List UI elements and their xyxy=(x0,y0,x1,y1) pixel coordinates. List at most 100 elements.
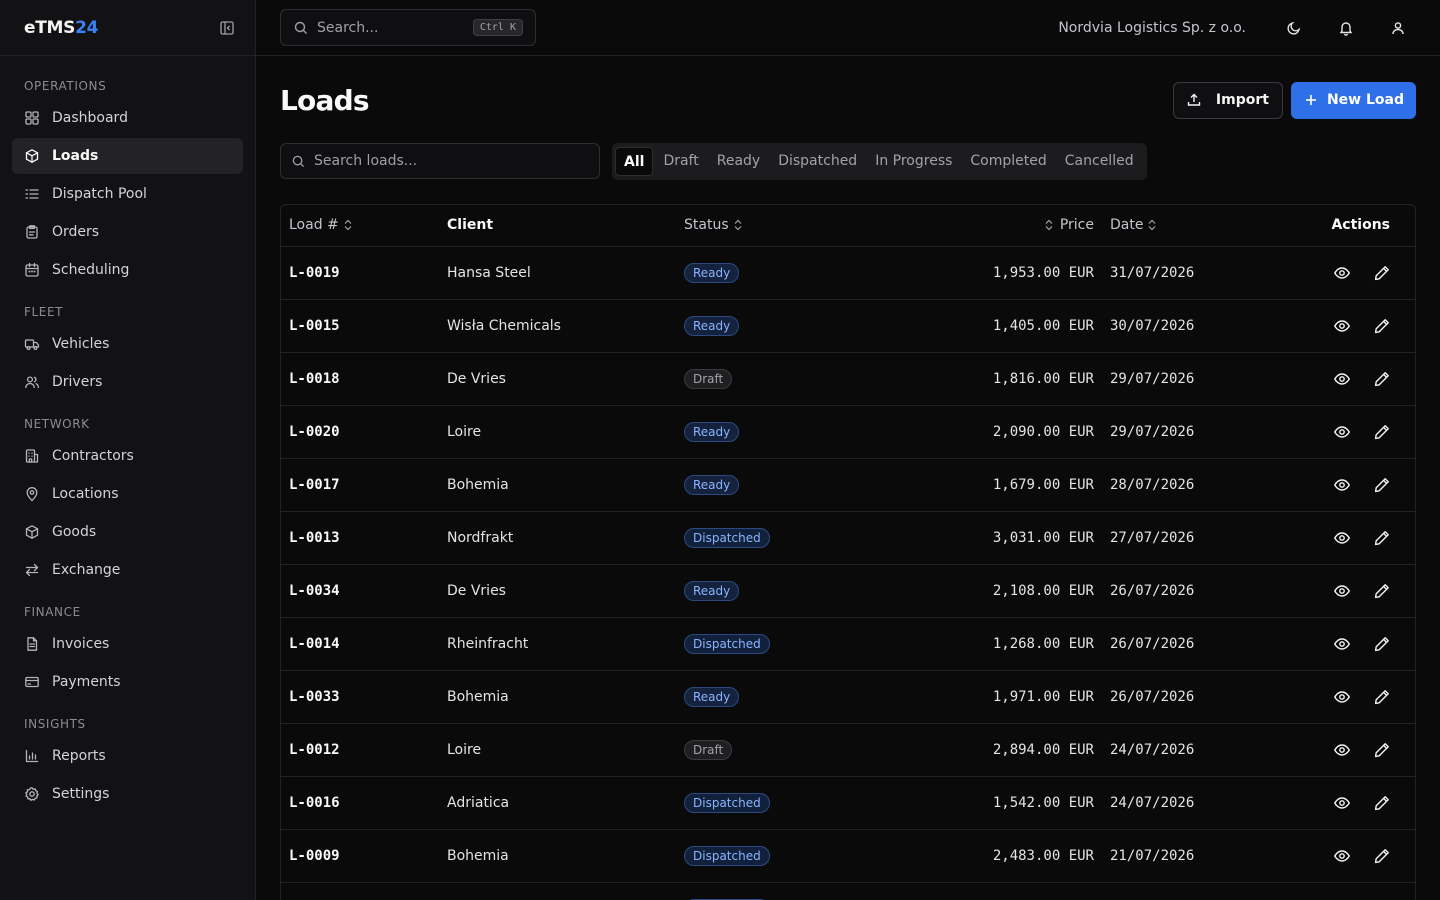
pencil-icon[interactable] xyxy=(1373,529,1391,547)
table-row[interactable]: L-0015 Wisła Chemicals Ready 1,405.00 EUR 30… xyxy=(281,299,1415,353)
nav-section: INSIGHTS Reports Settings xyxy=(0,712,255,812)
eye-icon[interactable] xyxy=(1333,529,1351,547)
pencil-icon[interactable] xyxy=(1373,794,1391,812)
global-search[interactable]: Search... Ctrl K xyxy=(280,9,536,46)
load-number[interactable]: L-0033 xyxy=(281,670,439,724)
eye-icon[interactable] xyxy=(1333,635,1351,653)
import-button-label: Import xyxy=(1215,92,1269,108)
company-name[interactable]: Nordvia Logistics Sp. z o.o. xyxy=(1058,20,1246,36)
pencil-icon[interactable] xyxy=(1373,635,1391,653)
load-number[interactable]: L-0034 xyxy=(281,564,439,618)
table-row[interactable]: L-0017 Bohemia Ready 1,679.00 EUR 28/07/2026 xyxy=(281,458,1415,512)
sidebar-item-dispatch-pool[interactable]: Dispatch Pool xyxy=(12,176,243,212)
column-header-price[interactable]: Price xyxy=(876,205,1102,247)
load-number[interactable]: L-0014 xyxy=(281,617,439,671)
load-number[interactable]: L-0020 xyxy=(281,405,439,459)
sidebar-item-contractors[interactable]: Contractors xyxy=(12,438,243,474)
load-number[interactable]: L-0017 xyxy=(281,458,439,512)
eye-icon[interactable] xyxy=(1333,370,1351,388)
pencil-icon[interactable] xyxy=(1373,423,1391,441)
app-logo[interactable]: eTMS24 xyxy=(24,18,98,38)
table-row[interactable]: L-0012 Loire Draft 2,894.00 EUR 24/07/2026 xyxy=(281,723,1415,777)
sort-icon[interactable] xyxy=(1044,219,1054,231)
sidebar-item-drivers[interactable]: Drivers xyxy=(12,364,243,400)
eye-icon[interactable] xyxy=(1333,317,1351,335)
loads-search-input[interactable]: Search loads... xyxy=(280,143,600,179)
pencil-icon[interactable] xyxy=(1373,741,1391,759)
sidebar-toggle-icon[interactable] xyxy=(219,20,235,36)
import-button[interactable]: Import xyxy=(1172,81,1283,119)
table-row[interactable]: L-0014 Rheinfracht Dispatched 1,268.00 EUR 2… xyxy=(281,617,1415,671)
sidebar-item-settings[interactable]: Settings xyxy=(12,776,243,812)
load-number[interactable]: L-0009 xyxy=(281,829,439,883)
table-row[interactable]: L-0016 Adriatica Dispatched 1,542.00 EUR 24/… xyxy=(281,776,1415,830)
eye-icon[interactable] xyxy=(1333,794,1351,812)
sort-icon[interactable] xyxy=(1147,219,1157,231)
sidebar-item-scheduling[interactable]: Scheduling xyxy=(12,252,243,288)
list-icon xyxy=(24,186,40,202)
table-row[interactable]: L-0033 Bohemia Ready 1,971.00 EUR 26/07/2026 xyxy=(281,670,1415,724)
sidebar-item-locations[interactable]: Locations xyxy=(12,476,243,512)
column-header-date[interactable]: Date xyxy=(1102,205,1252,247)
eye-icon[interactable] xyxy=(1333,476,1351,494)
sidebar-item-loads[interactable]: Loads xyxy=(12,138,243,174)
eye-icon[interactable] xyxy=(1333,847,1351,865)
eye-icon[interactable] xyxy=(1333,264,1351,282)
tab-cancelled[interactable]: Cancelled xyxy=(1057,147,1142,176)
sidebar-item-dashboard[interactable]: Dashboard xyxy=(12,100,243,136)
eye-icon[interactable] xyxy=(1333,582,1351,600)
eye-icon[interactable] xyxy=(1333,688,1351,706)
sidebar-item-payments[interactable]: Payments xyxy=(12,664,243,700)
load-number[interactable]: L-0015 xyxy=(281,299,439,353)
sidebar-item-invoices[interactable]: Invoices xyxy=(12,626,243,662)
tab-draft[interactable]: Draft xyxy=(655,147,706,176)
moon-icon[interactable] xyxy=(1276,10,1312,46)
pencil-icon[interactable] xyxy=(1373,264,1391,282)
table-row[interactable]: L-0020 Loire Ready 2,090.00 EUR 29/07/2026 xyxy=(281,405,1415,459)
pencil-icon[interactable] xyxy=(1373,476,1391,494)
load-number[interactable]: L-0016 xyxy=(281,776,439,830)
table-row[interactable]: L-0034 De Vries Ready 2,108.00 EUR 26/07/202… xyxy=(281,564,1415,618)
bell-icon[interactable] xyxy=(1328,10,1364,46)
table-row[interactable]: Dispatched xyxy=(281,882,1415,900)
price: 1,679.00 EUR xyxy=(876,458,1102,512)
eye-icon[interactable] xyxy=(1333,423,1351,441)
tab-in-progress[interactable]: In Progress xyxy=(867,147,960,176)
sort-icon[interactable] xyxy=(733,219,743,231)
sidebar-item-vehicles[interactable]: Vehicles xyxy=(12,326,243,362)
pencil-icon[interactable] xyxy=(1373,317,1391,335)
table-row[interactable]: L-0013 Nordfrakt Dispatched 3,031.00 EUR 27/… xyxy=(281,511,1415,565)
pencil-icon[interactable] xyxy=(1373,370,1391,388)
sidebar-item-exchange[interactable]: Exchange xyxy=(12,552,243,588)
sort-icon[interactable] xyxy=(343,219,353,231)
price: 2,108.00 EUR xyxy=(876,564,1102,618)
pencil-icon[interactable] xyxy=(1373,688,1391,706)
load-number[interactable]: L-0018 xyxy=(281,352,439,406)
column-header-load[interactable]: Load # xyxy=(281,205,439,247)
new-load-button[interactable]: New Load xyxy=(1290,81,1416,119)
table-row[interactable]: L-0009 Bohemia Dispatched 2,483.00 EUR 21/07… xyxy=(281,829,1415,883)
nav-section-label: NETWORK xyxy=(24,417,90,431)
user-icon[interactable] xyxy=(1380,10,1416,46)
tab-ready[interactable]: Ready xyxy=(709,147,768,176)
tab-all[interactable]: All xyxy=(615,146,654,176)
table-row[interactable]: L-0019 Hansa Steel Ready 1,953.00 EUR 31/07/… xyxy=(281,246,1415,300)
load-number[interactable]: L-0012 xyxy=(281,723,439,777)
sidebar-item-orders[interactable]: Orders xyxy=(12,214,243,250)
sidebar-item-label: Exchange xyxy=(52,562,121,578)
pencil-icon[interactable] xyxy=(1373,847,1391,865)
client-name: Rheinfracht xyxy=(439,617,676,671)
pencil-icon[interactable] xyxy=(1373,582,1391,600)
nav-section: OPERATIONS Dashboard Loads Dispatch Pool Ord… xyxy=(0,74,255,288)
load-number[interactable] xyxy=(281,882,439,900)
eye-icon[interactable] xyxy=(1333,741,1351,759)
column-header-status[interactable]: Status xyxy=(676,205,876,247)
tab-completed[interactable]: Completed xyxy=(962,147,1054,176)
sidebar-item-reports[interactable]: Reports xyxy=(12,738,243,774)
load-number[interactable]: L-0013 xyxy=(281,511,439,565)
load-number[interactable]: L-0019 xyxy=(281,246,439,300)
table-row[interactable]: L-0018 De Vries Draft 1,816.00 EUR 29/07/202… xyxy=(281,352,1415,406)
sidebar-item-goods[interactable]: Goods xyxy=(12,514,243,550)
tab-dispatched[interactable]: Dispatched xyxy=(770,147,865,176)
status-tabs: All Draft Ready Dispatched In Progress Comple… xyxy=(612,142,1147,180)
